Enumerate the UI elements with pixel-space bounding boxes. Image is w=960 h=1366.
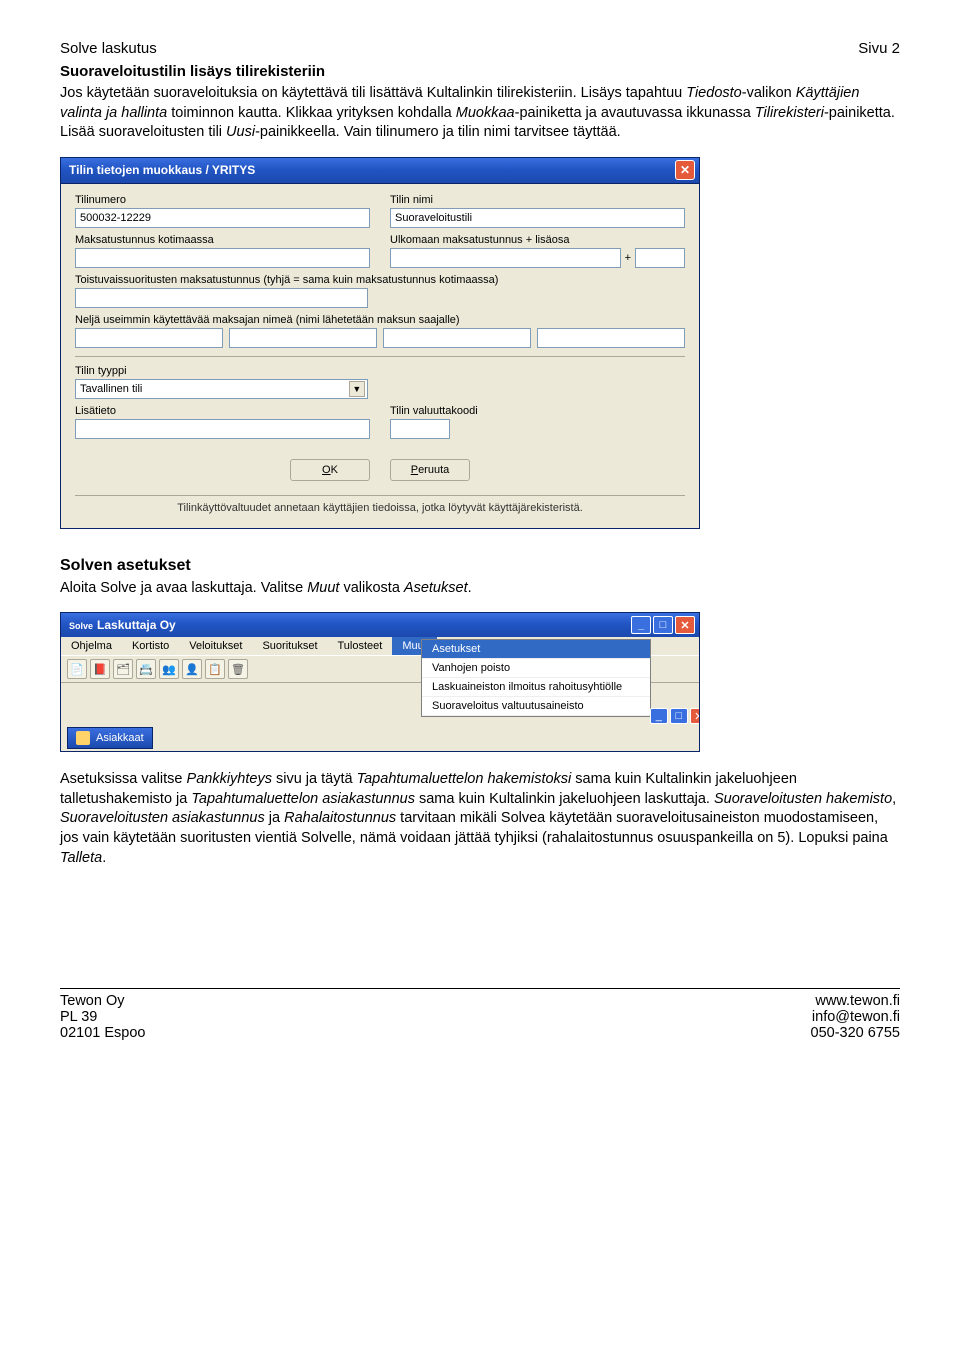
app-icon: Solve (69, 621, 93, 631)
lisatieto-label: Lisätieto (75, 405, 370, 417)
header-page: Sivu 2 (858, 40, 900, 57)
maximize-icon[interactable]: □ (670, 708, 688, 724)
valuutta-label: Tilin valuuttakoodi (390, 405, 685, 417)
tilinumero-input[interactable]: 500032-12229 (75, 208, 370, 228)
section3-para: Asetuksissa valitse Pankkiyhteys sivu ja… (60, 770, 900, 868)
dropdown-item[interactable]: Suoraveloitus valtuutusaineisto (422, 697, 650, 716)
toolbar-icon[interactable]: 📇 (136, 659, 156, 679)
toolbar-icon[interactable]: 📋 (205, 659, 225, 679)
account-edit-dialog: Tilin tietojen muokkaus / YRITYS ✕ Tilin… (60, 157, 700, 529)
toistuvais-input[interactable] (75, 288, 368, 308)
ok-button[interactable]: OK (290, 459, 370, 481)
menu-item-suoritukset[interactable]: Suoritukset (252, 637, 327, 655)
page-footer: Tewon OyPL 3902101 Espoo www.tewon.fiinf… (60, 988, 900, 1041)
child-window-title: Asiakkaat (67, 727, 153, 749)
footer-line: PL 39 (60, 1009, 145, 1025)
dialog-titlebar: Tilin tietojen muokkaus / YRITYS ✕ (61, 158, 699, 184)
minimize-icon[interactable]: _ (650, 708, 668, 724)
toolbar-icon[interactable]: 📕 (90, 659, 110, 679)
lisatieto-input[interactable] (75, 419, 370, 439)
tilin-nimi-label: Tilin nimi (390, 194, 685, 206)
tilin-nimi-input[interactable]: Suoraveloitustili (390, 208, 685, 228)
toolbar-icon[interactable]: 👥 (159, 659, 179, 679)
plus-label: + (625, 248, 631, 268)
close-icon[interactable]: ✕ (675, 160, 695, 180)
solve-main-window: Solve Laskuttaja Oy _ □ ✕ OhjelmaKortisto… (60, 612, 700, 752)
minimize-icon[interactable]: _ (631, 616, 651, 634)
dropdown-item[interactable]: Asetukset (422, 640, 650, 659)
menu-item-tulosteet[interactable]: Tulosteet (328, 637, 393, 655)
menu-item-ohjelma[interactable]: Ohjelma (61, 637, 122, 655)
maximize-icon[interactable]: □ (653, 616, 673, 634)
footer-line: Tewon Oy (60, 993, 145, 1009)
payer-name-4-input[interactable] (537, 328, 685, 348)
payer-name-2-input[interactable] (229, 328, 377, 348)
section2-para: Aloita Solve ja avaa laskuttaja. Valitse… (60, 579, 900, 599)
maksatustunnus-input[interactable] (75, 248, 370, 268)
section1-title: Suoraveloitustilin lisäys tilirekisterii… (60, 63, 900, 80)
ulkomaan-input[interactable] (390, 248, 621, 268)
dialog-hint: Tilinkäyttövaltuudet annetaan käyttäjien… (75, 502, 685, 520)
maksatustunnus-label: Maksatustunnus kotimaassa (75, 234, 370, 246)
muut-dropdown-menu: AsetuksetVanhojen poistoLaskuaineiston i… (421, 639, 651, 717)
tilin-tyyppi-label: Tilin tyyppi (75, 365, 368, 377)
divider (75, 356, 685, 357)
footer-line: 02101 Espoo (60, 1025, 145, 1041)
window-title: Laskuttaja Oy (97, 618, 176, 632)
payer-name-1-input[interactable] (75, 328, 223, 348)
ulkomaan-label: Ulkomaan maksatustunnus + lisäosa (390, 234, 685, 246)
chevron-down-icon: ▼ (349, 381, 365, 397)
footer-line: 050-320 6755 (811, 1025, 901, 1041)
menu-item-kortisto[interactable]: Kortisto (122, 637, 179, 655)
nelja-label: Neljä useimmin käytettävää maksajan nime… (75, 314, 685, 326)
footer-line: info@tewon.fi (811, 1009, 901, 1025)
close-icon[interactable]: ✕ (690, 708, 700, 724)
valuutta-input[interactable] (390, 419, 450, 439)
toistuvais-label: Toistuvaissuoritusten maksatustunnus (ty… (75, 274, 685, 286)
tilinumero-label: Tilinumero (75, 194, 370, 206)
lisaosa-input[interactable] (635, 248, 685, 268)
cancel-button[interactable]: Peruuta (390, 459, 470, 481)
section2-title: Solven asetukset (60, 557, 900, 575)
dialog-title: Tilin tietojen muokkaus / YRITYS (69, 163, 255, 177)
toolbar-icon[interactable]: 🗂 (113, 659, 133, 679)
footer-line: www.tewon.fi (811, 993, 901, 1009)
close-icon[interactable]: ✕ (675, 616, 695, 634)
dropdown-item[interactable]: Vanhojen poisto (422, 659, 650, 678)
tilin-tyyppi-select[interactable]: Tavallinen tili ▼ (75, 379, 368, 399)
toolbar-icon[interactable]: 👤 (182, 659, 202, 679)
folder-icon (76, 731, 90, 745)
toolbar-icon[interactable]: 🗑 (228, 659, 248, 679)
dropdown-item[interactable]: Laskuaineiston ilmoitus rahoitusyhtiölle (422, 678, 650, 697)
page-header: Solve laskutus Sivu 2 (60, 40, 900, 57)
header-title: Solve laskutus (60, 40, 157, 57)
payer-name-3-input[interactable] (383, 328, 531, 348)
menu-item-veloitukset[interactable]: Veloitukset (179, 637, 252, 655)
window-titlebar: Solve Laskuttaja Oy _ □ ✕ (61, 613, 699, 637)
section1-para: Jos käytetään suoraveloituksia on käytet… (60, 84, 900, 143)
toolbar-icon[interactable]: 📄 (67, 659, 87, 679)
